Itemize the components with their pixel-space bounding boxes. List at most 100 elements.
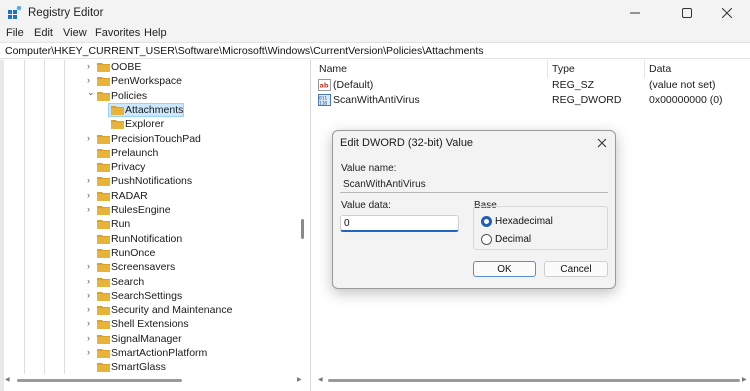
tree-item-pushnotifications[interactable]: › PushNotifications bbox=[0, 174, 300, 188]
chevron-right-icon[interactable]: › bbox=[87, 205, 96, 214]
chevron-right-icon[interactable]: › bbox=[87, 291, 96, 300]
menu-view[interactable]: View bbox=[63, 27, 87, 39]
column-separator[interactable] bbox=[547, 60, 548, 78]
tree-item-label: Search bbox=[111, 276, 145, 288]
cancel-button[interactable]: Cancel bbox=[544, 261, 608, 277]
tree-item-label: Security and Maintenance bbox=[111, 304, 233, 316]
tree-item-prelaunch[interactable]: Prelaunch bbox=[0, 146, 300, 160]
value-data: (value not set) bbox=[649, 79, 716, 91]
tree-item-label: RunNotification bbox=[111, 233, 183, 245]
column-header-data[interactable]: Data bbox=[649, 63, 671, 75]
menu-edit[interactable]: Edit bbox=[34, 27, 53, 39]
hexadecimal-label[interactable]: Hexadecimal bbox=[495, 216, 553, 227]
chevron-right-icon[interactable]: › bbox=[87, 334, 96, 343]
decimal-radio[interactable] bbox=[481, 234, 492, 245]
value-data: 0x00000000 (0) bbox=[649, 94, 723, 106]
tree-item-label: Policies bbox=[111, 90, 148, 102]
tree-item-radar[interactable]: › RADAR bbox=[0, 189, 300, 203]
chevron-right-icon[interactable]: › bbox=[87, 191, 96, 200]
value-data-label: Value data: bbox=[341, 200, 391, 211]
tree-item-searchsettings[interactable]: › SearchSettings bbox=[0, 289, 300, 303]
tree-horizontal-scroll-thumb[interactable] bbox=[17, 379, 182, 382]
folder-icon bbox=[97, 77, 110, 86]
dword-value-icon: 011 110 bbox=[318, 94, 331, 106]
folder-icon bbox=[97, 320, 110, 329]
tree-item-label: PenWorkspace bbox=[111, 75, 183, 87]
list-horizontal-scrollbar[interactable]: ◀ ▶ bbox=[318, 375, 747, 385]
folder-icon bbox=[97, 249, 110, 258]
value-row[interactable]: 011 110 ScanWithAntiVirus REG_DWORD 0x00… bbox=[314, 93, 750, 108]
scroll-left-icon[interactable]: ◀ bbox=[318, 376, 323, 383]
tree-item-shell-extensions[interactable]: › Shell Extensions bbox=[0, 317, 300, 331]
key-tree-pane[interactable]: › OOBE › PenWorkspace ⌄ Policies Attachments Ex… bbox=[0, 60, 311, 391]
ok-button[interactable]: OK bbox=[473, 261, 536, 277]
folder-icon bbox=[97, 306, 110, 315]
tree-item-label: SmartActionPlatform bbox=[111, 347, 208, 359]
tree-item-search[interactable]: › Search bbox=[0, 275, 300, 289]
tree-item-run[interactable]: Run bbox=[0, 217, 300, 231]
tree-item-signalmanager[interactable]: › SignalManager bbox=[0, 332, 300, 346]
scroll-left-icon[interactable]: ◀ bbox=[5, 376, 10, 383]
tree-item-penworkspace[interactable]: › PenWorkspace bbox=[0, 74, 300, 88]
chevron-down-icon[interactable]: ⌄ bbox=[87, 88, 96, 97]
tree-item-attachments[interactable]: Attachments bbox=[0, 103, 300, 117]
hexadecimal-radio[interactable] bbox=[481, 216, 492, 227]
value-row[interactable]: ab (Default) REG_SZ (value not set) bbox=[314, 78, 750, 93]
tree-item-policies[interactable]: ⌄ Policies bbox=[0, 88, 300, 103]
chevron-right-icon[interactable]: › bbox=[87, 319, 96, 328]
chevron-right-icon[interactable]: › bbox=[87, 348, 96, 357]
tree-item-runnotification[interactable]: RunNotification bbox=[0, 232, 300, 246]
folder-icon bbox=[111, 120, 124, 129]
close-window-button[interactable] bbox=[704, 0, 750, 26]
value-name-field: ScanWithAntiVirus bbox=[340, 177, 608, 193]
chevron-right-icon[interactable]: › bbox=[87, 262, 96, 271]
tree-item-label: Shell Extensions bbox=[111, 318, 189, 330]
column-header-type[interactable]: Type bbox=[552, 63, 575, 75]
tree-vertical-scrollbar[interactable] bbox=[301, 219, 304, 239]
scroll-right-icon[interactable]: ▶ bbox=[297, 376, 302, 383]
tree-item-security-and-maintenance[interactable]: › Security and Maintenance bbox=[0, 303, 300, 317]
scroll-right-icon[interactable]: ▶ bbox=[742, 376, 747, 383]
menu-help[interactable]: Help bbox=[144, 27, 167, 39]
tree-item-explorer[interactable]: Explorer bbox=[0, 117, 300, 131]
list-horizontal-scroll-thumb[interactable] bbox=[328, 379, 740, 382]
menu-favorites[interactable]: Favorites bbox=[95, 27, 140, 39]
tree-item-rulesengine[interactable]: › RulesEngine bbox=[0, 203, 300, 217]
tree-item-label: PushNotifications bbox=[111, 175, 193, 187]
minimize-button[interactable] bbox=[612, 0, 658, 26]
value-type: REG_DWORD bbox=[552, 94, 622, 106]
tree-item-screensavers[interactable]: › Screensavers bbox=[0, 260, 300, 274]
menu-file[interactable]: File bbox=[6, 27, 24, 39]
tree-item-smartglass[interactable]: SmartGlass bbox=[0, 360, 300, 374]
chevron-right-icon[interactable]: › bbox=[87, 277, 96, 286]
tree-item-label: Prelaunch bbox=[111, 147, 159, 159]
tree-item-label: Attachments bbox=[125, 104, 184, 116]
value-name-text: ScanWithAntiVirus bbox=[343, 179, 426, 190]
folder-icon bbox=[97, 220, 110, 229]
chevron-right-icon[interactable]: › bbox=[87, 176, 96, 185]
tree-item-runonce[interactable]: RunOnce bbox=[0, 246, 300, 260]
value-data-input[interactable]: 0 bbox=[340, 215, 459, 232]
address-bar[interactable]: Computer\HKEY_CURRENT_USER\Software\Micr… bbox=[0, 42, 750, 59]
chevron-right-icon[interactable]: › bbox=[87, 76, 96, 85]
window-title: Registry Editor bbox=[28, 7, 104, 19]
value-data-text: 0 bbox=[344, 218, 350, 229]
column-separator[interactable] bbox=[644, 60, 645, 78]
tree-item-oobe[interactable]: › OOBE bbox=[0, 60, 300, 74]
maximize-icon bbox=[682, 8, 692, 18]
tree-horizontal-scrollbar[interactable]: ◀ ▶ bbox=[5, 375, 305, 385]
tree-item-smartactionplatform[interactable]: › SmartActionPlatform bbox=[0, 346, 300, 360]
folder-icon bbox=[97, 335, 110, 344]
decimal-label[interactable]: Decimal bbox=[495, 234, 531, 245]
value-name-label: Value name: bbox=[341, 163, 397, 174]
chevron-right-icon[interactable]: › bbox=[87, 62, 96, 71]
tree-item-privacy[interactable]: Privacy bbox=[0, 160, 300, 174]
folder-icon bbox=[97, 263, 110, 272]
chevron-right-icon[interactable]: › bbox=[87, 134, 96, 143]
value-name: ScanWithAntiVirus bbox=[333, 94, 420, 106]
close-icon[interactable] bbox=[595, 136, 609, 150]
registry-editor-icon bbox=[8, 6, 21, 19]
tree-item-precisiontouchpad[interactable]: › PrecisionTouchPad bbox=[0, 132, 300, 146]
column-header-name[interactable]: Name bbox=[319, 63, 347, 75]
chevron-right-icon[interactable]: › bbox=[87, 305, 96, 314]
